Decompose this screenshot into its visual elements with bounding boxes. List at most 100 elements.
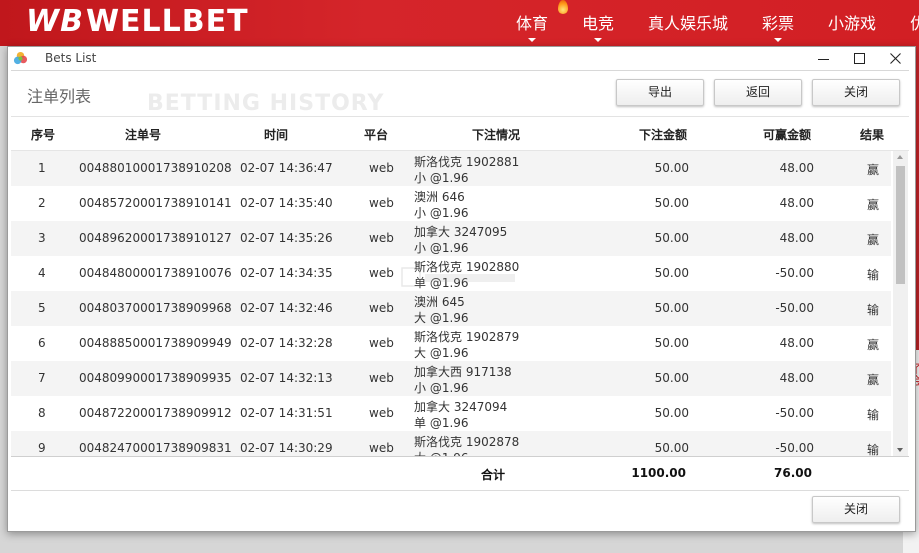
cell-detail-line1: 斯洛伐克 1902879 xyxy=(414,330,520,344)
logo-text: WELLBET xyxy=(85,4,249,39)
table-row[interactable]: 9 00482470001738909831 02-07 14:30:29 web 斯洛… xyxy=(11,431,891,456)
cell-bet-no: 00487220001738909912 xyxy=(79,406,232,420)
scroll-down-arrow-icon[interactable] xyxy=(897,448,903,452)
cell-winnable: -50.00 xyxy=(775,441,814,455)
maximize-button[interactable] xyxy=(842,47,878,70)
flame-icon xyxy=(558,0,568,14)
cell-bet-no: 00485720001738910141 xyxy=(79,196,232,210)
cell-platform: web xyxy=(369,161,394,175)
cell-bet-no: 00480370001738909968 xyxy=(79,301,232,315)
cell-winnable: 48.00 xyxy=(779,336,814,350)
cell-amount: 50.00 xyxy=(654,301,689,315)
cell-detail-line2: 大 @1.96 xyxy=(414,346,469,360)
scrollbar-thumb[interactable] xyxy=(896,166,905,284)
cell-seq: 6 xyxy=(38,336,46,350)
table-row[interactable]: 7 00480990001738909935 02-07 14:32:13 web 加拿… xyxy=(11,361,891,396)
cell-seq: 8 xyxy=(38,406,46,420)
cell-time: 02-07 14:31:51 xyxy=(240,406,333,420)
cell-amount: 50.00 xyxy=(654,161,689,175)
window-titlebar[interactable]: Bets List xyxy=(8,47,915,70)
close-window-button[interactable] xyxy=(878,47,914,70)
cell-result: 赢 xyxy=(867,233,880,247)
table-body[interactable]: 1 00488010001738910208 02-07 14:36:47 web 斯洛… xyxy=(11,151,891,456)
nav-sports[interactable]: 体育 xyxy=(516,0,568,42)
table-scrollbar[interactable] xyxy=(893,151,908,456)
cell-seq: 3 xyxy=(38,231,46,245)
cell-winnable: -50.00 xyxy=(775,406,814,420)
nav-live-casino[interactable]: 真人娱乐城 xyxy=(648,10,728,34)
table-row[interactable]: 3 00489620001738910127 02-07 14:35:26 web 加拿… xyxy=(11,221,891,256)
table-total-row: 合计 1100.00 76.00 xyxy=(11,456,909,491)
cell-result: 输 xyxy=(867,303,880,317)
cell-time: 02-07 14:34:35 xyxy=(240,266,333,280)
cell-time: 02-07 14:35:26 xyxy=(240,231,333,245)
panel-title: 注单列表 xyxy=(27,87,92,106)
export-button[interactable]: 导出 xyxy=(616,79,704,106)
cell-winnable: 48.00 xyxy=(779,371,814,385)
cell-detail-line1: 加拿大西 917138 xyxy=(414,365,512,379)
betting-history-watermark: BETTING HISTORY xyxy=(147,91,385,116)
nav-promo[interactable]: 优 xyxy=(910,10,919,34)
nav-label: 电竞 xyxy=(582,14,615,33)
cell-platform: web xyxy=(369,441,394,455)
cell-detail-line1: 加拿大 3247094 xyxy=(414,400,508,414)
caret-down-icon xyxy=(774,38,782,42)
app-pinwheel-icon xyxy=(13,51,28,65)
cell-detail-line1: 斯洛伐克 1902881 xyxy=(414,155,520,169)
panel-header: BETTING HISTORY 注单列表 导出 返回 关闭 xyxy=(11,70,909,117)
cell-amount: 50.00 xyxy=(654,441,689,455)
minimize-button[interactable] xyxy=(806,47,842,70)
table-row[interactable]: 1 00488010001738910208 02-07 14:36:47 web 斯洛… xyxy=(11,151,891,186)
site-logo[interactable]: WBWELLBET xyxy=(26,4,249,40)
table-header: 序号 注单号 时间 平台 下注情况 下注金额 可赢金额 结果 xyxy=(11,118,909,151)
nav-label: 彩票 xyxy=(762,14,795,33)
nav-label: 体育 xyxy=(516,14,549,33)
cell-detail-line1: 澳洲 645 xyxy=(414,295,465,309)
table-row[interactable]: 8 00487220001738909912 02-07 14:31:51 web 加拿… xyxy=(11,396,891,431)
scroll-up-arrow-icon[interactable] xyxy=(897,155,903,159)
minimize-icon xyxy=(818,59,829,60)
column-header-result: 结果 xyxy=(860,128,885,142)
cell-platform: web xyxy=(369,301,394,315)
table-row[interactable]: 2 00485720001738910141 02-07 14:35:40 web 澳洲… xyxy=(11,186,891,221)
nav-mini-games[interactable]: 小游戏 xyxy=(828,10,876,34)
caret-down-icon xyxy=(528,38,536,42)
cell-result: 输 xyxy=(867,268,880,282)
cell-detail-line2: 小 @1.96 xyxy=(414,206,469,220)
nav-esports[interactable]: 电竞 xyxy=(582,10,615,42)
site-header: WBWELLBET 体育 电竞 真人娱乐城 彩票 小游戏 优 xyxy=(0,0,919,46)
back-button[interactable]: 返回 xyxy=(714,79,802,106)
cell-seq: 9 xyxy=(38,441,46,455)
nav-lottery[interactable]: 彩票 xyxy=(762,10,795,42)
bets-list-dialog: Bets List BETTING HISTORY 注单列表 导出 返回 关闭 … xyxy=(7,46,916,532)
cell-result: 赢 xyxy=(867,338,880,352)
cell-bet-no: 00489620001738910127 xyxy=(79,231,232,245)
nav-label: 小游戏 xyxy=(828,14,877,33)
close-button[interactable]: 关闭 xyxy=(812,79,900,106)
column-header-platform: 平台 xyxy=(364,128,389,142)
column-header-detail: 下注情况 xyxy=(472,128,521,142)
caret-down-icon xyxy=(594,38,602,42)
cell-winnable: 48.00 xyxy=(779,161,814,175)
cell-amount: 50.00 xyxy=(654,406,689,420)
cell-platform: web xyxy=(369,266,394,280)
table-row[interactable]: 6 00488850001738909949 02-07 14:32:28 web 斯洛… xyxy=(11,326,891,361)
total-winnable: 76.00 xyxy=(774,466,812,480)
cell-detail-line1: 澳洲 646 xyxy=(414,190,465,204)
cell-detail-line2: 单 @1.96 xyxy=(414,416,469,430)
cell-winnable: -50.00 xyxy=(775,301,814,315)
cell-detail-line2: 大 @1.96 xyxy=(414,449,469,456)
cell-bet-no: 00488850001738909949 xyxy=(79,336,232,350)
cell-result: 输 xyxy=(867,443,880,456)
footer-close-button[interactable]: 关闭 xyxy=(812,496,900,523)
column-header-bet-no: 注单号 xyxy=(125,128,162,142)
table-row[interactable]: 5 00480370001738909968 02-07 14:32:46 web 澳洲… xyxy=(11,291,891,326)
cell-time: 02-07 14:36:47 xyxy=(240,161,333,175)
cell-detail-line2: 小 @1.96 xyxy=(414,171,469,185)
cell-amount: 50.00 xyxy=(654,336,689,350)
window-title: Bets List xyxy=(45,51,97,65)
cell-seq: 1 xyxy=(38,161,46,175)
cell-seq: 5 xyxy=(38,301,46,315)
cell-result: 赢 xyxy=(867,163,880,177)
logo-mark: WB xyxy=(26,4,84,39)
